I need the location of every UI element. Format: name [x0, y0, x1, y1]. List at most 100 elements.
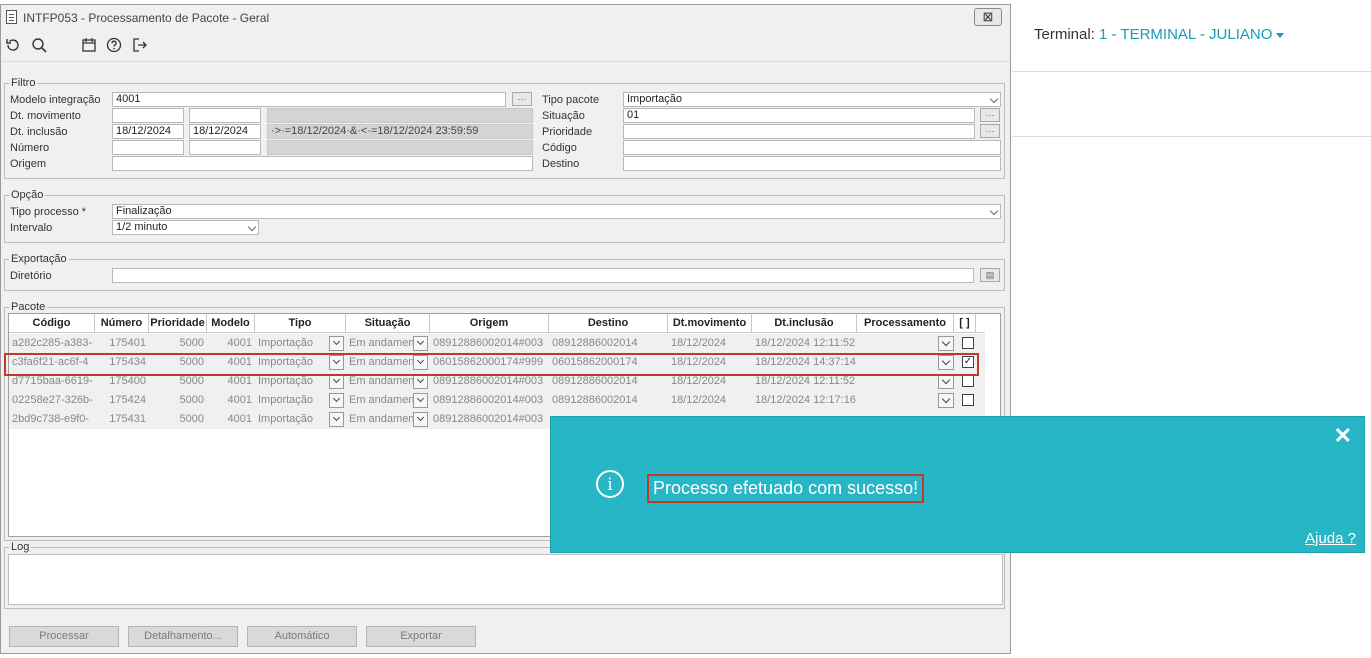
col-dtmovimento[interactable]: Dt.movimento — [668, 314, 752, 332]
terminal-value[interactable]: 1 - TERMINAL - JULIANO — [1099, 26, 1272, 43]
intervalo-select[interactable]: 1/2 minuto — [112, 220, 259, 235]
situacao-dropdown-icon[interactable] — [413, 336, 428, 351]
modelo-label: Modelo integração — [10, 94, 101, 106]
lookup-button[interactable]: ⋯ — [980, 124, 1000, 138]
destino-label: Destino — [542, 158, 580, 170]
destino-input[interactable] — [623, 156, 1001, 171]
tipo-dropdown-icon[interactable] — [329, 336, 344, 351]
processamento-dropdown-icon[interactable] — [938, 374, 954, 389]
table-row[interactable]: c3fa6f21-ac6f-4 175434 5000 4001 Importação E… — [9, 353, 985, 372]
col-origem[interactable]: Origem — [430, 314, 549, 332]
close-button[interactable]: ⊠ — [974, 8, 1002, 26]
cell-destino: 06015862000174 — [552, 356, 638, 368]
processamento-dropdown-icon[interactable] — [938, 393, 954, 408]
table-row[interactable]: 02258e27-326b- 175424 5000 4001 Importação Em… — [9, 391, 985, 410]
pacote-legend: Pacote — [11, 301, 46, 313]
prioridade-input[interactable] — [623, 124, 975, 139]
cell-dtmov: 18/12/2024 — [671, 337, 727, 349]
situacao-dropdown-icon[interactable] — [413, 374, 428, 389]
col-select[interactable]: [ ] — [954, 314, 976, 332]
window-title: INTFP053 - Processamento de Pacote - Ger… — [23, 11, 270, 25]
dtinc-from-input[interactable]: 18/12/2024 — [112, 124, 184, 139]
table-row[interactable]: d7715baa-6619- 175400 5000 4001 Importação Em… — [9, 372, 985, 391]
terminal-selector[interactable]: Terminal: 1 - TERMINAL - JULIANO — [1034, 26, 1285, 43]
cell-situacao: Em andamen — [349, 356, 414, 368]
table-row[interactable]: a282c285-a383- 175401 5000 4001 Importação Em… — [9, 334, 985, 353]
filtro-legend: Filtro — [11, 77, 36, 89]
document-icon — [6, 10, 17, 24]
log-area[interactable] — [8, 554, 1003, 605]
opcao-legend: Opção — [11, 189, 44, 201]
exit-icon[interactable] — [131, 37, 149, 55]
info-icon: i — [596, 470, 624, 498]
tipo-dropdown-icon[interactable] — [329, 374, 344, 389]
tipo-processo-select[interactable]: Finalização — [112, 204, 1001, 219]
exportar-button[interactable]: Exportar — [366, 626, 476, 647]
chevron-down-icon — [989, 206, 999, 216]
modelo-input[interactable]: 4001 — [112, 92, 506, 107]
row-checkbox[interactable] — [962, 337, 974, 349]
cell-prioridade: 5000 — [179, 413, 204, 425]
calendar-icon[interactable] — [80, 37, 98, 55]
tipo-dropdown-icon[interactable] — [329, 412, 344, 427]
browse-folder-button[interactable]: ▤ — [980, 268, 1000, 282]
col-numero[interactable]: Número — [95, 314, 149, 332]
situacao-input[interactable]: 01 — [623, 108, 975, 123]
col-tipo[interactable]: Tipo — [255, 314, 346, 332]
cell-numero: 175431 — [109, 413, 146, 425]
lookup-button[interactable]: ⋯ — [512, 92, 532, 106]
cell-destino: 08912886002014 — [552, 375, 638, 387]
automatico-button[interactable]: Automático — [247, 626, 357, 647]
situacao-dropdown-icon[interactable] — [413, 393, 428, 408]
origem-label: Origem — [10, 158, 47, 170]
origem-input[interactable] — [112, 156, 533, 171]
cell-codigo: 02258e27-326b- — [12, 394, 93, 406]
divider — [1012, 71, 1371, 72]
cell-destino: 08912886002014 — [552, 337, 638, 349]
tipo-dropdown-icon[interactable] — [329, 393, 344, 408]
col-prioridade[interactable]: Prioridade — [149, 314, 207, 332]
col-destino[interactable]: Destino — [549, 314, 668, 332]
cell-codigo: a282c285-a383- — [12, 337, 93, 349]
cell-numero: 175434 — [109, 356, 146, 368]
help-link[interactable]: Ajuda ? — [1305, 530, 1356, 547]
cell-tipo: Importação — [258, 375, 314, 387]
caret-down-icon[interactable] — [1276, 32, 1285, 38]
codigo-input[interactable] — [623, 140, 1001, 155]
col-situacao[interactable]: Situação — [346, 314, 430, 332]
col-dtinclusao[interactable]: Dt.inclusão — [752, 314, 857, 332]
search-icon[interactable] — [30, 37, 48, 55]
row-checkbox[interactable] — [962, 394, 974, 406]
dtmov-from-input[interactable] — [112, 108, 184, 123]
processar-button[interactable]: Processar — [9, 626, 119, 647]
numero-from-input[interactable] — [112, 140, 184, 155]
situacao-dropdown-icon[interactable] — [413, 412, 428, 427]
cell-codigo: 2bd9c738-e9f0- — [12, 413, 90, 425]
processamento-dropdown-icon[interactable] — [938, 336, 954, 351]
dtinc-to-input[interactable]: 18/12/2024 — [189, 124, 261, 139]
close-icon[interactable]: ✕ — [1334, 423, 1352, 449]
row-checkbox[interactable] — [962, 375, 974, 387]
col-codigo[interactable]: Código — [9, 314, 95, 332]
detalhamento-button[interactable]: Detalhamento... — [128, 626, 238, 647]
numero-to-input[interactable] — [189, 140, 261, 155]
situacao-dropdown-icon[interactable] — [413, 355, 428, 370]
cell-modelo: 4001 — [227, 337, 252, 349]
undo-icon[interactable] — [4, 37, 22, 55]
lookup-button[interactable]: ⋯ — [980, 108, 1000, 122]
dtmov-to-input[interactable] — [189, 108, 261, 123]
situacao-label: Situação — [542, 110, 585, 122]
numero-label: Número — [10, 142, 50, 154]
col-processamento[interactable]: Processamento — [857, 314, 954, 332]
help-icon[interactable] — [105, 37, 123, 55]
processamento-dropdown-icon[interactable] — [938, 355, 954, 370]
cell-codigo: d7715baa-6619- — [12, 375, 93, 387]
cell-dtinc: 18/12/2024 12:17:16 — [755, 394, 856, 406]
row-checkbox[interactable]: ✓ — [962, 356, 974, 368]
tipo-pacote-select[interactable]: Importação — [623, 92, 1001, 107]
col-modelo[interactable]: Modelo — [207, 314, 255, 332]
diretorio-input[interactable] — [112, 268, 974, 283]
cell-dtinc: 18/12/2024 12:11:52 — [755, 375, 856, 387]
tipo-dropdown-icon[interactable] — [329, 355, 344, 370]
tipo-processo-label: Tipo processo * — [10, 206, 87, 218]
